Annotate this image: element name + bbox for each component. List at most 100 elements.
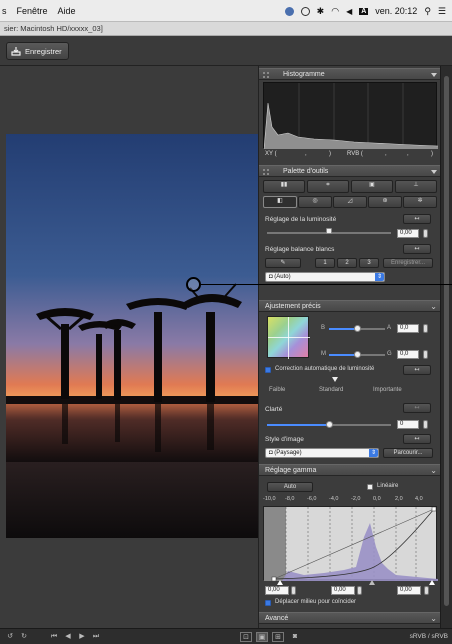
- linear-checkbox[interactable]: [367, 484, 373, 490]
- next-image-icon[interactable]: ▶: [76, 632, 88, 642]
- photo-preview[interactable]: [6, 134, 258, 538]
- gamma-graph[interactable]: [263, 506, 438, 582]
- camera-settings-icon[interactable]: ◙: [288, 632, 302, 642]
- tab-basic-icon[interactable]: ◧: [263, 196, 297, 208]
- menu-item-truncated[interactable]: s: [2, 6, 7, 16]
- grip-icon[interactable]: [263, 169, 269, 175]
- time-machine-icon[interactable]: [300, 6, 310, 16]
- spotlight-search-icon[interactable]: ⚲: [424, 6, 431, 17]
- clarity-slider-knob[interactable]: [326, 421, 333, 428]
- gamma-white-handle-icon[interactable]: [429, 580, 435, 585]
- previous-image-icon[interactable]: ◀: [62, 632, 74, 642]
- colorspace-indicator: sRVB / sRVB: [409, 633, 448, 640]
- clarity-value-field[interactable]: 0: [397, 420, 419, 429]
- ba-value-field[interactable]: 0,0: [397, 324, 419, 333]
- compare-tool-icon[interactable]: ▮▮: [263, 180, 305, 193]
- brightness-slider-knob[interactable]: [326, 228, 332, 234]
- ba-stepper[interactable]: [423, 324, 428, 333]
- scrollbar-thumb[interactable]: [444, 76, 449, 606]
- menu-item-help[interactable]: Aide: [58, 6, 76, 16]
- browse-button[interactable]: Parcourir...: [383, 448, 433, 458]
- mg-slider-knob[interactable]: [354, 351, 361, 358]
- ba-slider-knob[interactable]: [354, 325, 361, 332]
- wb-reset-button[interactable]: ↤: [403, 244, 431, 254]
- color-wheel[interactable]: [267, 316, 310, 359]
- auto-light-reset-button[interactable]: ↤: [403, 365, 431, 375]
- rotate-right-icon[interactable]: ↻: [18, 632, 30, 642]
- gamma-mid-field[interactable]: 0,00: [331, 586, 355, 595]
- collapse-triangle-icon[interactable]: [431, 73, 437, 77]
- save-button[interactable]: Enregistrer: [6, 42, 69, 60]
- gamma-white-stepper[interactable]: [424, 586, 429, 595]
- gamma-auto-button[interactable]: Auto: [267, 482, 313, 492]
- fine-a-label: A: [387, 325, 392, 331]
- window-title: sier: Macintosh HD/xxxxx_03]: [0, 22, 452, 36]
- level-weak-label[interactable]: Faible: [269, 387, 285, 393]
- last-image-icon[interactable]: ⏭: [90, 632, 102, 642]
- histogram-header[interactable]: Histogramme: [259, 68, 441, 80]
- menu-item-window[interactable]: Fenêtre: [17, 6, 48, 16]
- wb-dropdown[interactable]: ◘ (Auto) ⇕: [265, 272, 385, 282]
- wb-preset-3-button[interactable]: 3: [359, 258, 379, 268]
- stamp-tool-icon[interactable]: ⊥: [395, 180, 437, 193]
- level-standard-label[interactable]: Standard: [319, 387, 343, 393]
- wifi-icon[interactable]: ◠: [331, 6, 339, 17]
- picture-style-dropdown[interactable]: ◘ (Paysage) ⇕: [265, 448, 379, 458]
- fine-adjust-header[interactable]: Ajustement précis ⌄: [259, 300, 441, 312]
- gamma-mid-stepper[interactable]: [357, 586, 362, 595]
- mg-stepper[interactable]: [423, 350, 428, 359]
- gamma-title: Réglage gamma: [265, 467, 317, 474]
- move-mid-label: Déplacer milieu pour coïncider: [275, 599, 357, 605]
- brightness-reset-button[interactable]: ↤: [403, 214, 431, 224]
- rotate-left-icon[interactable]: ↺: [4, 632, 16, 642]
- tab-color-icon[interactable]: ⊛: [368, 196, 402, 208]
- move-mid-checkbox[interactable]: [265, 600, 271, 606]
- wb-eyedropper-button[interactable]: ✎: [265, 258, 301, 268]
- gamma-black-field[interactable]: 0,00: [265, 586, 289, 595]
- gamma-tick: 4,0: [415, 496, 423, 502]
- brightness-value-field[interactable]: 0,00: [397, 229, 419, 238]
- wb-preset-1-button[interactable]: 1: [315, 258, 335, 268]
- input-flag-icon[interactable]: A: [359, 7, 369, 15]
- clarity-reset-button[interactable]: ↤: [403, 403, 431, 413]
- gamma-white-field[interactable]: 0,00: [397, 586, 421, 595]
- clarity-stepper[interactable]: [423, 420, 428, 429]
- gamma-black-handle-icon[interactable]: [277, 580, 283, 585]
- first-image-icon[interactable]: ⏮: [48, 632, 60, 642]
- auto-light-checkbox[interactable]: [265, 367, 271, 373]
- image-viewer[interactable]: [0, 66, 258, 628]
- collapse-chevron-icon[interactable]: ⌄: [430, 301, 437, 313]
- clock[interactable]: ven. 20:12: [375, 6, 417, 16]
- tool-palette-header[interactable]: Palette d'outils: [259, 165, 441, 177]
- auto-light-level-marker[interactable]: [332, 377, 338, 382]
- collapse-chevron-icon[interactable]: ⌄: [430, 613, 437, 625]
- rvb-label: RVB (: [347, 151, 363, 157]
- advanced-header[interactable]: Avancé ⌄: [259, 612, 441, 624]
- panel-scrollbar[interactable]: [440, 66, 452, 628]
- mg-value-field[interactable]: 0,0: [397, 350, 419, 359]
- brightness-stepper[interactable]: [423, 229, 428, 238]
- notification-center-icon[interactable]: ☰: [438, 6, 446, 17]
- app-status-icon[interactable]: [284, 6, 294, 16]
- volume-icon[interactable]: ◀: [346, 7, 352, 16]
- bluetooth-icon[interactable]: ✱: [317, 6, 325, 17]
- collapse-chevron-icon[interactable]: ⌄: [430, 465, 437, 477]
- dropdown-arrow-icon: ⇕: [375, 273, 384, 281]
- collapse-triangle-icon[interactable]: [431, 170, 437, 174]
- crop-tool-icon[interactable]: ⌗: [307, 180, 349, 193]
- wb-register-button[interactable]: Enregistrer...: [383, 258, 433, 268]
- wb-preset-2-button[interactable]: 2: [337, 258, 357, 268]
- gamma-mid-handle-icon[interactable]: [369, 580, 375, 585]
- split-view-icon[interactable]: ⊞: [272, 632, 284, 642]
- tab-settings-icon[interactable]: ✲: [403, 196, 437, 208]
- grip-icon[interactable]: [263, 72, 269, 78]
- level-strong-label[interactable]: Importante: [373, 387, 402, 393]
- tab-lens-icon[interactable]: ◎: [298, 196, 332, 208]
- gamma-black-stepper[interactable]: [291, 586, 296, 595]
- picture-style-reset-button[interactable]: ↤: [403, 434, 431, 444]
- fit-view-icon[interactable]: ⊡: [240, 632, 252, 642]
- actual-size-icon[interactable]: ▣: [256, 632, 268, 642]
- gamma-header[interactable]: Réglage gamma ⌄: [259, 464, 441, 476]
- tab-curve-icon[interactable]: ◿: [333, 196, 367, 208]
- image-tool-icon[interactable]: ▣: [351, 180, 393, 193]
